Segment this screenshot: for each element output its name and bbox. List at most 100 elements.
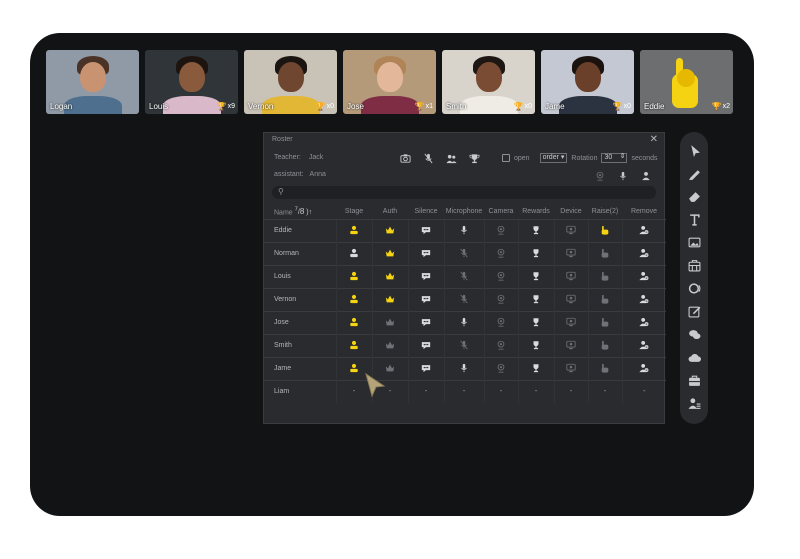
column-header[interactable]: Device	[554, 205, 588, 219]
auth-cell[interactable]	[371, 310, 408, 334]
device-icon[interactable]	[566, 293, 577, 304]
mic-cell[interactable]	[443, 264, 484, 288]
mic-icon[interactable]	[459, 339, 470, 350]
camera-icon[interactable]	[496, 293, 507, 304]
rewards-icon[interactable]	[531, 247, 542, 258]
video-tile[interactable]: Eddie 🏆 x2	[640, 50, 733, 114]
remove-icon[interactable]	[639, 247, 650, 258]
mic-cell[interactable]	[443, 356, 484, 380]
remove-icon[interactable]	[639, 316, 650, 327]
silence-cell[interactable]	[407, 287, 444, 311]
raise-icon[interactable]	[600, 339, 611, 350]
stage-cell[interactable]	[335, 287, 372, 311]
auth-cell[interactable]	[371, 241, 408, 265]
rewards-cell[interactable]	[517, 356, 554, 380]
camera-off-icon[interactable]	[594, 170, 605, 181]
column-header[interactable]: Stage	[336, 205, 372, 219]
stage-icon[interactable]	[349, 316, 360, 327]
auth-icon[interactable]	[385, 247, 396, 258]
device-icon[interactable]	[566, 270, 577, 281]
stage-icon[interactable]	[349, 293, 360, 304]
raise-cell[interactable]	[587, 264, 622, 288]
raise-cell[interactable]	[587, 218, 622, 242]
image-icon[interactable]	[687, 235, 702, 250]
remove-icon[interactable]	[639, 224, 650, 235]
stage-icon[interactable]	[349, 339, 360, 350]
silence-icon[interactable]	[421, 316, 432, 327]
auth-icon[interactable]	[385, 293, 396, 304]
mic-icon[interactable]	[459, 224, 470, 235]
camera-icon[interactable]	[496, 316, 507, 327]
camera-cell[interactable]	[483, 333, 518, 357]
auth-icon[interactable]	[385, 316, 396, 327]
mic-icon[interactable]	[459, 247, 470, 258]
device-cell[interactable]	[553, 310, 588, 334]
mic-cell[interactable]	[443, 241, 484, 265]
stage-icon[interactable]	[349, 247, 360, 258]
close-icon[interactable]: ✕	[650, 134, 658, 145]
remove-cell[interactable]	[621, 333, 666, 357]
reward-all-icon[interactable]	[469, 153, 480, 164]
raise-icon[interactable]	[600, 316, 611, 327]
remove-icon[interactable]	[639, 270, 650, 281]
laser-icon[interactable]	[687, 281, 702, 296]
mic-cell[interactable]	[443, 218, 484, 242]
raise-icon[interactable]	[600, 247, 611, 258]
rewards-cell[interactable]	[517, 287, 554, 311]
rewards-cell[interactable]	[517, 241, 554, 265]
camera-cell[interactable]	[483, 287, 518, 311]
briefcase-icon[interactable]	[687, 373, 702, 388]
camera-icon[interactable]	[496, 224, 507, 235]
device-icon[interactable]	[566, 247, 577, 258]
silence-icon[interactable]	[421, 362, 432, 373]
stage-cell[interactable]	[335, 218, 372, 242]
column-header[interactable]: Name 7/8 )↑	[264, 205, 336, 219]
silence-cell[interactable]	[407, 241, 444, 265]
camera-all-icon[interactable]	[400, 153, 411, 164]
cloud-icon[interactable]	[687, 350, 702, 365]
remove-icon[interactable]	[639, 362, 650, 373]
silence-cell[interactable]	[407, 333, 444, 357]
text-icon[interactable]	[687, 212, 702, 227]
camera-cell[interactable]	[483, 218, 518, 242]
device-cell[interactable]	[553, 287, 588, 311]
video-tile[interactable]: Logan	[46, 50, 139, 114]
auth-cell[interactable]	[371, 264, 408, 288]
column-header[interactable]: Auth	[372, 205, 408, 219]
camera-cell[interactable]	[483, 241, 518, 265]
column-header[interactable]: Remove	[622, 205, 666, 219]
group-icon[interactable]	[446, 153, 457, 164]
rewards-icon[interactable]	[531, 339, 542, 350]
mute-all-icon[interactable]	[423, 153, 434, 164]
rewards-icon[interactable]	[531, 316, 542, 327]
rewards-cell[interactable]	[517, 310, 554, 334]
open-checkbox[interactable]	[502, 154, 510, 162]
mic-cell[interactable]	[443, 310, 484, 334]
device-icon[interactable]	[566, 224, 577, 235]
video-tile[interactable]: Jose 🏆 x1	[343, 50, 436, 114]
pen-icon[interactable]	[687, 166, 702, 181]
column-header[interactable]: Camera	[484, 205, 518, 219]
stage-cell[interactable]	[335, 264, 372, 288]
remove-icon[interactable]	[639, 339, 650, 350]
column-header[interactable]: Microphone	[444, 205, 484, 219]
mic-icon[interactable]	[459, 270, 470, 281]
raise-icon[interactable]	[600, 293, 611, 304]
camera-icon[interactable]	[496, 362, 507, 373]
video-tile[interactable]: Vernon 🏆 x0	[244, 50, 337, 114]
microphone-icon[interactable]	[617, 170, 628, 181]
device-icon[interactable]	[566, 316, 577, 327]
rewards-cell[interactable]	[517, 218, 554, 242]
raise-cell[interactable]	[587, 241, 622, 265]
eraser-icon[interactable]	[687, 189, 702, 204]
device-cell[interactable]	[553, 218, 588, 242]
raise-icon[interactable]	[600, 270, 611, 281]
remove-icon[interactable]	[639, 293, 650, 304]
auth-icon[interactable]	[385, 270, 396, 281]
silence-icon[interactable]	[421, 293, 432, 304]
remove-cell[interactable]	[621, 287, 666, 311]
camera-cell[interactable]	[483, 356, 518, 380]
remove-cell[interactable]	[621, 241, 666, 265]
raise-icon[interactable]	[600, 224, 611, 235]
column-header[interactable]: Raise(2)	[588, 205, 622, 219]
